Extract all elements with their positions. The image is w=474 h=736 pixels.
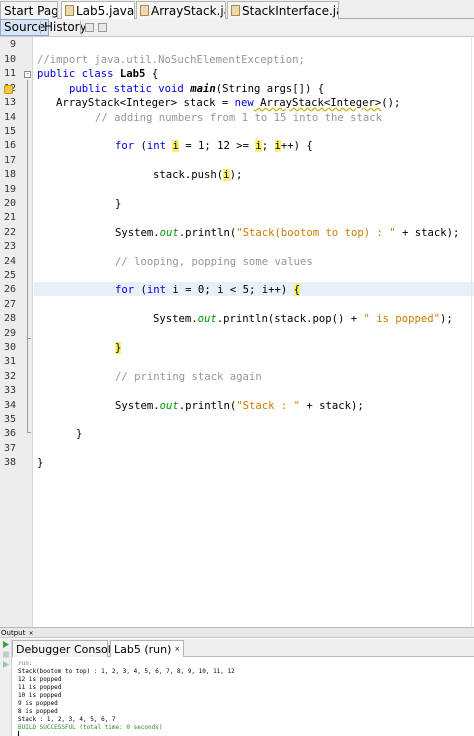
code-line-36: } bbox=[76, 428, 83, 440]
console-line: Stack(bootom to top) : 1, 2, 3, 4, 5, 6,… bbox=[18, 668, 235, 675]
line-number: 20 bbox=[3, 198, 16, 209]
line-number: 19 bbox=[3, 184, 16, 195]
output-side-toolbar bbox=[0, 639, 12, 736]
line-number: 13 bbox=[3, 97, 16, 108]
console-line: 12 is popped bbox=[18, 676, 62, 683]
console-output[interactable]: run: Stack(bootom to top) : 1, 2, 3, 4, … bbox=[18, 660, 472, 736]
stop-icon[interactable] bbox=[2, 651, 10, 658]
console-line: 9 is popped bbox=[18, 700, 58, 707]
console-line: 11 is popped bbox=[18, 684, 62, 691]
code-line-12: public static void main(String args[]) { bbox=[69, 83, 325, 95]
line-number: 18 bbox=[3, 169, 16, 180]
console-line: 8 is popped bbox=[18, 708, 58, 715]
line-number: 11 bbox=[3, 68, 16, 79]
code-line-22: System.out.println("Stack(bootom to top)… bbox=[115, 227, 460, 239]
fold-guide-end bbox=[27, 432, 31, 433]
editor-tab-bar: Start Page× Lab5.java× ArrayStack.java× … bbox=[0, 0, 474, 19]
code-line-10: //import java.util.NoSuchElementExceptio… bbox=[37, 54, 305, 66]
tab-debugger-console[interactable]: Debugger Console× bbox=[12, 640, 127, 657]
console-line: Stack : 1, 2, 3, 4, 5, 6, 7 bbox=[18, 716, 116, 723]
run-again-icon[interactable] bbox=[2, 641, 10, 648]
line-number: 24 bbox=[3, 256, 16, 267]
tab-lab5-java[interactable]: Lab5.java× bbox=[61, 1, 135, 19]
console-line: 10 is popped bbox=[18, 692, 62, 699]
close-icon[interactable]: × bbox=[174, 645, 180, 653]
line-number: 16 bbox=[3, 140, 16, 151]
java-file-icon bbox=[140, 5, 149, 16]
fold-guide-end bbox=[27, 338, 31, 339]
tab-label: Lab5 (run) bbox=[114, 643, 172, 656]
fold-guide bbox=[27, 80, 28, 432]
line-number-gutter[interactable]: 9 10 11 12 13 14 15 16 17 18 19 20 21 22… bbox=[0, 37, 33, 627]
code-line-20: } bbox=[115, 198, 122, 210]
tab-lab5-run[interactable]: Lab5 (run) × bbox=[110, 640, 184, 657]
line-number: 37 bbox=[3, 443, 16, 454]
line-number: 22 bbox=[3, 227, 16, 238]
tab-label: StackInterface.java bbox=[242, 4, 338, 18]
code-line-11: public class Lab5 { bbox=[37, 68, 159, 80]
line-number: 34 bbox=[3, 400, 16, 411]
code-line-34: System.out.println("Stack : " + stack); bbox=[115, 400, 364, 412]
line-number: 30 bbox=[3, 342, 16, 353]
line-number: 26 bbox=[3, 284, 16, 295]
line-number: 32 bbox=[3, 371, 16, 382]
console-caret bbox=[18, 731, 19, 736]
output-tab-bar: Debugger Console× Lab5 (run)× bbox=[12, 639, 474, 657]
tab-label: Lab5.java bbox=[76, 4, 135, 18]
line-number: 33 bbox=[3, 385, 16, 396]
console-line: run: bbox=[18, 660, 33, 667]
code-line-38: } bbox=[37, 457, 44, 469]
line-number: 21 bbox=[3, 212, 16, 223]
code-line-30: } bbox=[115, 342, 122, 354]
tab-start-page[interactable]: Start Page× bbox=[0, 1, 58, 19]
code-line-18: stack.push(i); bbox=[153, 169, 243, 181]
line-number: 38 bbox=[3, 457, 16, 468]
back-icon[interactable] bbox=[98, 23, 107, 32]
tab-label: Debugger Console bbox=[16, 643, 118, 656]
tab-stackinterface-java[interactable]: StackInterface.java× bbox=[227, 1, 339, 19]
line-number: 35 bbox=[3, 414, 16, 425]
line-number: 14 bbox=[3, 112, 16, 123]
editor-view-toolbar: Source History bbox=[0, 19, 474, 37]
tab-arraystack-java[interactable]: ArrayStack.java× bbox=[136, 1, 226, 19]
rerun-icon[interactable] bbox=[2, 661, 10, 668]
line-number: 25 bbox=[3, 270, 16, 281]
output-panel-header: Output × bbox=[0, 627, 474, 638]
line-number: 17 bbox=[3, 155, 16, 166]
fold-guide bbox=[27, 288, 28, 338]
code-line-32: // printing stack again bbox=[115, 371, 262, 383]
code-editor[interactable]: 9 10 11 12 13 14 15 16 17 18 19 20 21 22… bbox=[0, 37, 474, 627]
close-icon[interactable]: × bbox=[29, 630, 34, 637]
output-panel: Output × Debugger Console× Lab5 (run)× r… bbox=[0, 627, 474, 736]
java-file-icon bbox=[231, 5, 240, 16]
last-edit-icon[interactable] bbox=[85, 23, 94, 32]
line-number: 28 bbox=[3, 313, 16, 324]
line-number: 27 bbox=[3, 299, 16, 310]
code-line-26: for (int i = 0; i < 5; i++) { bbox=[115, 284, 300, 296]
code-line-13: ArrayStack<Integer> stack = new ArraySta… bbox=[56, 97, 401, 109]
line-number: 31 bbox=[3, 356, 16, 367]
code-line-16: for (int i = 1; 12 >= i; i++) { bbox=[115, 140, 313, 152]
java-file-icon bbox=[65, 5, 74, 16]
hint-bulb-icon[interactable] bbox=[4, 85, 13, 94]
line-number: 36 bbox=[3, 428, 16, 439]
history-view-button[interactable]: History bbox=[41, 19, 90, 36]
line-number: 15 bbox=[3, 126, 16, 137]
right-margin-guide bbox=[471, 37, 472, 627]
line-number: 9 bbox=[9, 39, 16, 50]
code-line-28: System.out.println(stack.pop() + " is po… bbox=[153, 313, 453, 325]
tab-label: Start Page bbox=[4, 4, 57, 18]
console-line: BUILD SUCCESSFUL (total time: 0 seconds) bbox=[18, 724, 163, 731]
line-number: 29 bbox=[3, 328, 16, 339]
toolbar-separator bbox=[80, 21, 81, 34]
fold-toggle-icon[interactable]: - bbox=[24, 71, 31, 78]
output-panel-title: Output bbox=[1, 629, 26, 637]
tab-label: ArrayStack.java bbox=[151, 4, 225, 18]
code-line-14: // adding numbers from 1 to 15 into the … bbox=[95, 112, 383, 124]
code-line-24: // looping, popping some values bbox=[115, 256, 313, 268]
line-number: 23 bbox=[3, 241, 16, 252]
line-number: 10 bbox=[3, 54, 16, 65]
